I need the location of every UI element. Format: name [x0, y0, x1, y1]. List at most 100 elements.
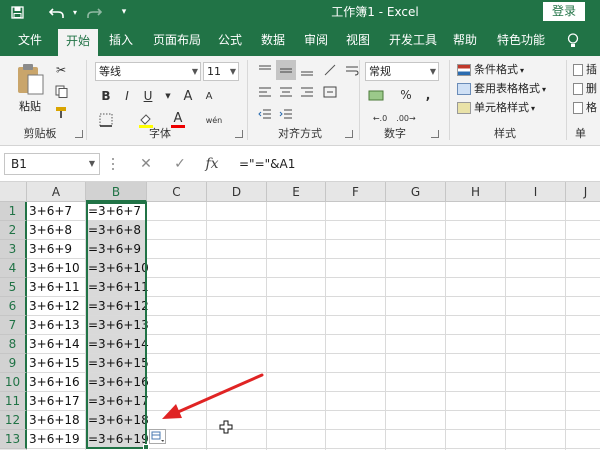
- customize-qat-icon[interactable]: ▾: [118, 0, 130, 24]
- column-header-a[interactable]: A: [27, 182, 86, 202]
- cell-b5[interactable]: =3+6+11: [86, 278, 149, 297]
- cell-g12[interactable]: [386, 411, 446, 430]
- redo-icon[interactable]: [84, 0, 104, 24]
- tab-formulas[interactable]: 公式: [212, 24, 248, 56]
- row-header-7[interactable]: 7: [0, 316, 27, 335]
- cell-i1[interactable]: [506, 202, 566, 221]
- cell-g8[interactable]: [386, 335, 446, 354]
- cell-d7[interactable]: [207, 316, 267, 335]
- cell-h13[interactable]: [446, 430, 506, 449]
- cell-a4[interactable]: 3+6+10: [27, 259, 86, 278]
- cell-j5[interactable]: [566, 278, 600, 297]
- conditional-format-button[interactable]: 条件格式 ▾: [457, 61, 524, 79]
- cell-b12[interactable]: =3+6+18: [86, 411, 149, 430]
- comma-button[interactable]: ,: [418, 85, 438, 105]
- cell-c1[interactable]: [147, 202, 207, 221]
- cell-f4[interactable]: [326, 259, 386, 278]
- cell-h9[interactable]: [446, 354, 506, 373]
- cell-h5[interactable]: [446, 278, 506, 297]
- cell-c7[interactable]: [147, 316, 207, 335]
- cell-e1[interactable]: [267, 202, 326, 221]
- cell-styles-button[interactable]: 单元格样式 ▾: [457, 99, 535, 117]
- cell-a6[interactable]: 3+6+12: [27, 297, 86, 316]
- cell-f10[interactable]: [326, 373, 386, 392]
- alignment-launcher-icon[interactable]: [345, 130, 353, 138]
- cell-d11[interactable]: [207, 392, 267, 411]
- cell-b10[interactable]: =3+6+16: [86, 373, 149, 392]
- cell-j13[interactable]: [566, 430, 600, 449]
- cell-g11[interactable]: [386, 392, 446, 411]
- format-painter-icon[interactable]: [51, 102, 71, 122]
- column-header-e[interactable]: E: [267, 182, 326, 202]
- cell-d1[interactable]: [207, 202, 267, 221]
- cell-c10[interactable]: [147, 373, 207, 392]
- cell-j10[interactable]: [566, 373, 600, 392]
- currency-icon[interactable]: [366, 85, 386, 105]
- cell-b6[interactable]: =3+6+12: [86, 297, 149, 316]
- cell-j8[interactable]: [566, 335, 600, 354]
- cell-i3[interactable]: [506, 240, 566, 259]
- tab-view[interactable]: 视图: [340, 24, 376, 56]
- cell-j6[interactable]: [566, 297, 600, 316]
- column-header-c[interactable]: C: [147, 182, 207, 202]
- cell-a10[interactable]: 3+6+16: [27, 373, 86, 392]
- cell-a11[interactable]: 3+6+17: [27, 392, 86, 411]
- align-middle-icon[interactable]: [276, 60, 296, 80]
- cell-b11[interactable]: =3+6+17: [86, 392, 149, 411]
- cell-d9[interactable]: [207, 354, 267, 373]
- row-header-6[interactable]: 6: [0, 297, 27, 316]
- cell-e3[interactable]: [267, 240, 326, 259]
- column-header-d[interactable]: D: [207, 182, 267, 202]
- cell-a13[interactable]: 3+6+19: [27, 430, 86, 449]
- cell-h12[interactable]: [446, 411, 506, 430]
- tab-help[interactable]: 帮助: [447, 24, 483, 56]
- tab-developer[interactable]: 开发工具: [383, 24, 443, 56]
- cell-f9[interactable]: [326, 354, 386, 373]
- row-header-11[interactable]: 11: [0, 392, 27, 411]
- row-header-5[interactable]: 5: [0, 278, 27, 297]
- cell-e11[interactable]: [267, 392, 326, 411]
- font-launcher-icon[interactable]: [235, 130, 243, 138]
- cell-f2[interactable]: [326, 221, 386, 240]
- row-header-9[interactable]: 9: [0, 354, 27, 373]
- cell-i11[interactable]: [506, 392, 566, 411]
- cell-d12[interactable]: [207, 411, 267, 430]
- column-header-h[interactable]: H: [446, 182, 506, 202]
- cell-b2[interactable]: =3+6+8: [86, 221, 147, 240]
- bold-button[interactable]: B: [96, 86, 116, 106]
- cell-c2[interactable]: [147, 221, 207, 240]
- insert-function-icon[interactable]: fx: [200, 153, 224, 175]
- cell-i2[interactable]: [506, 221, 566, 240]
- tab-home[interactable]: 开始: [58, 29, 98, 56]
- cell-a1[interactable]: 3+6+7: [27, 202, 86, 221]
- cell-f3[interactable]: [326, 240, 386, 259]
- align-left-icon[interactable]: [255, 82, 275, 102]
- cell-h6[interactable]: [446, 297, 506, 316]
- cell-e9[interactable]: [267, 354, 326, 373]
- fill-handle[interactable]: [143, 444, 149, 450]
- merge-center-icon[interactable]: [320, 82, 340, 102]
- cell-a5[interactable]: 3+6+11: [27, 278, 86, 297]
- cell-h11[interactable]: [446, 392, 506, 411]
- copy-icon[interactable]: [51, 81, 71, 101]
- cell-c6[interactable]: [147, 297, 207, 316]
- align-right-icon[interactable]: [297, 82, 317, 102]
- cell-f1[interactable]: [326, 202, 386, 221]
- cell-f12[interactable]: [326, 411, 386, 430]
- cell-h1[interactable]: [446, 202, 506, 221]
- increase-decimal-icon[interactable]: ←.0: [370, 108, 390, 128]
- cell-a12[interactable]: 3+6+18: [27, 411, 86, 430]
- underline-button[interactable]: U: [138, 86, 158, 106]
- row-header-12[interactable]: 12: [0, 411, 27, 430]
- format-cells-button[interactable]: 格: [573, 99, 597, 117]
- undo-dropdown-icon[interactable]: ▾: [70, 0, 80, 24]
- save-icon[interactable]: [6, 0, 28, 24]
- cell-j4[interactable]: [566, 259, 600, 278]
- cell-a8[interactable]: 3+6+14: [27, 335, 86, 354]
- row-header-4[interactable]: 4: [0, 259, 27, 278]
- italic-button[interactable]: I: [117, 86, 137, 106]
- cell-h3[interactable]: [446, 240, 506, 259]
- cell-g10[interactable]: [386, 373, 446, 392]
- cell-b13[interactable]: =3+6+19: [86, 430, 149, 449]
- paste-icon[interactable]: [15, 62, 45, 96]
